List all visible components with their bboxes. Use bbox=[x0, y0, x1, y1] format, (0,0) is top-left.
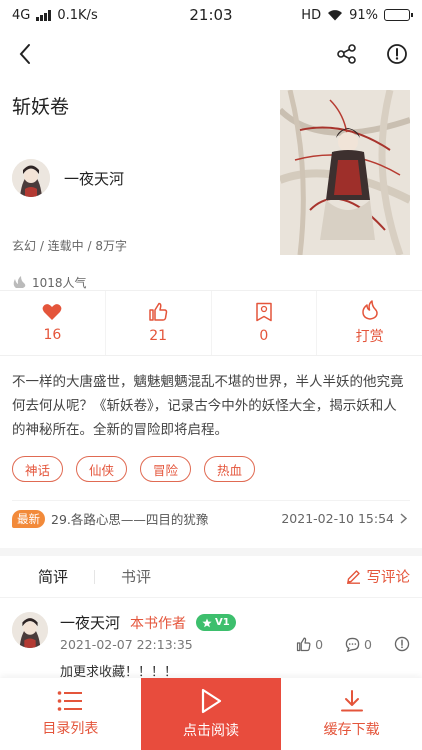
status-right: HD 91% bbox=[301, 7, 413, 23]
battery-percent: 91% bbox=[349, 7, 378, 23]
comment-item: 一夜天河 本书作者 V1 2021-02-07 22:13:35 0 0 加更求… bbox=[0, 598, 422, 680]
chevron-right-icon bbox=[400, 513, 410, 524]
nav-bar bbox=[0, 30, 422, 78]
comment-body: 一夜天河 本书作者 V1 2021-02-07 22:13:35 0 0 加更求… bbox=[60, 612, 410, 680]
popularity-text: 1018人气 bbox=[32, 276, 87, 290]
back-button[interactable] bbox=[10, 39, 40, 69]
tag-list: 神话 仙侠 冒险 热血 bbox=[0, 442, 422, 482]
download-label: 缓存下载 bbox=[323, 722, 380, 738]
comment-header: 一夜天河 本书作者 V1 bbox=[60, 612, 410, 633]
tab-book-review[interactable]: 书评 bbox=[95, 556, 177, 597]
author-avatar[interactable] bbox=[12, 159, 50, 197]
share-button[interactable] bbox=[332, 39, 362, 69]
comment-time: 2021-02-07 22:13:35 bbox=[60, 636, 193, 652]
level-badge: V1 bbox=[196, 614, 236, 631]
synopsis: 不一样的大唐盛世，魑魅魍魉混乱不堪的世界，半人半妖的他究竟何去何从呢？《斩妖卷》… bbox=[12, 374, 404, 438]
tag-item[interactable]: 神话 bbox=[12, 456, 64, 482]
network-type: 4G bbox=[12, 7, 31, 23]
share-icon bbox=[337, 44, 356, 64]
author-role-label: 本书作者 bbox=[130, 615, 187, 632]
read-button[interactable]: 点击阅读 bbox=[140, 678, 282, 750]
comment-tabs: 简评 书评 写评论 bbox=[0, 556, 422, 598]
avatar-illustration bbox=[12, 612, 48, 648]
back-arrow-icon bbox=[19, 44, 30, 64]
comment-like-button[interactable]: 0 bbox=[296, 637, 323, 652]
pencil-icon bbox=[346, 570, 360, 584]
comment-like-count: 0 bbox=[315, 636, 324, 652]
alert-circle-icon bbox=[387, 44, 407, 64]
tip-action[interactable]: 打赏 bbox=[317, 291, 422, 355]
nav-actions bbox=[332, 39, 412, 69]
tag-item[interactable]: 仙侠 bbox=[76, 456, 128, 482]
write-comment-label: 写评论 bbox=[366, 570, 411, 586]
star-icon bbox=[202, 618, 212, 627]
alert-circle-icon bbox=[394, 636, 410, 652]
bottom-bar: 目录列表 点击阅读 缓存下载 bbox=[0, 678, 422, 750]
action-row: 16 21 0 打赏 bbox=[0, 290, 422, 356]
status-left: 4G 0.1K/s bbox=[12, 8, 98, 23]
book-header: 斩妖卷 一夜天河 玄幻 / 连载中 / 8万字 1018人气 bbox=[0, 78, 422, 290]
play-icon bbox=[201, 688, 222, 714]
chat-bubble-icon bbox=[345, 637, 360, 652]
network-speed: 0.1K/s bbox=[57, 7, 98, 23]
read-label: 点击阅读 bbox=[183, 723, 239, 739]
hd-indicator: HD bbox=[301, 7, 322, 23]
signal-icon bbox=[36, 9, 52, 21]
avatar-illustration bbox=[12, 159, 50, 197]
favorite-action[interactable]: 16 bbox=[0, 291, 106, 355]
tag-item[interactable]: 冒险 bbox=[140, 456, 192, 482]
latest-chapter-title[interactable]: 29.各路心思——四目的犹豫 bbox=[51, 509, 208, 528]
commenter-name[interactable]: 一夜天河 bbox=[60, 612, 120, 633]
wifi-icon bbox=[328, 10, 343, 21]
like-count: 21 bbox=[149, 328, 168, 344]
report-button[interactable] bbox=[382, 39, 412, 69]
toc-button[interactable]: 目录列表 bbox=[0, 678, 141, 750]
popularity: 1018人气 bbox=[12, 274, 410, 291]
like-action[interactable]: 21 bbox=[106, 291, 212, 355]
latest-chapter-row[interactable]: 最新 29.各路心思——四目的犹豫 2021-02-10 15:54 bbox=[12, 500, 410, 536]
list-icon bbox=[58, 691, 83, 711]
cover-illustration bbox=[280, 90, 410, 255]
latest-badge: 最新 bbox=[12, 509, 45, 528]
thumbs-up-icon bbox=[296, 637, 311, 651]
comment-reply-count: 0 bbox=[364, 636, 372, 652]
favorite-count: 16 bbox=[43, 327, 62, 343]
tag-item[interactable]: 热血 bbox=[204, 456, 256, 482]
status-bar: 4G 0.1K/s 21:03 HD 91% bbox=[0, 0, 422, 30]
comment-report-button[interactable] bbox=[394, 636, 410, 652]
tab-short-review[interactable]: 简评 bbox=[12, 556, 94, 597]
popularity-icon bbox=[13, 276, 26, 288]
section-divider bbox=[0, 548, 422, 556]
toc-label: 目录列表 bbox=[42, 721, 99, 737]
bookmark-ribbon-icon bbox=[256, 302, 272, 322]
recommend-action[interactable]: 0 bbox=[212, 291, 318, 355]
write-comment-button[interactable]: 写评论 bbox=[346, 566, 411, 587]
thumbs-up-icon bbox=[149, 302, 168, 321]
comment-meta: 2021-02-07 22:13:35 0 0 bbox=[60, 636, 410, 652]
latest-chapter-date: 2021-02-10 15:54 bbox=[281, 511, 394, 526]
recommend-count: 0 bbox=[259, 328, 269, 344]
author-name[interactable]: 一夜天河 bbox=[64, 168, 124, 189]
battery-icon bbox=[384, 9, 413, 21]
flame-icon bbox=[361, 300, 378, 320]
tip-label: 打赏 bbox=[355, 329, 384, 345]
comment-stats: 0 0 bbox=[296, 636, 410, 652]
download-button[interactable]: 缓存下载 bbox=[281, 678, 422, 750]
commenter-avatar[interactable] bbox=[12, 612, 48, 648]
book-cover[interactable] bbox=[280, 90, 410, 255]
download-icon bbox=[340, 690, 363, 712]
level-badge-text: V1 bbox=[215, 617, 230, 628]
comment-reply-button[interactable]: 0 bbox=[345, 637, 372, 652]
heart-icon bbox=[42, 304, 62, 320]
